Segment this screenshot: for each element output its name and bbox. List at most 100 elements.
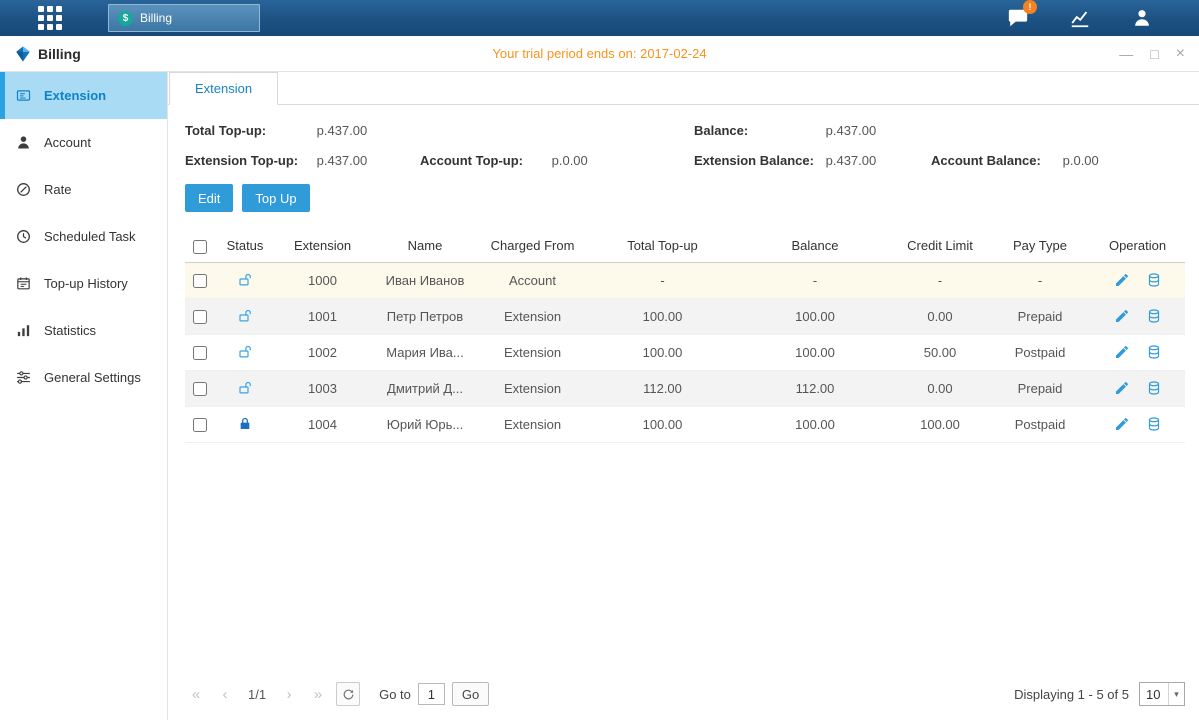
edit-button[interactable]: Edit	[185, 184, 233, 212]
top-up-coins-icon[interactable]	[1146, 272, 1162, 288]
extension-balance-label: Extension Balance:	[694, 153, 822, 168]
billing-app-window: $ Billing ! Billing Your trial period en…	[0, 0, 1199, 720]
credit-limit-cell: 50.00	[890, 334, 990, 370]
row-checkbox[interactable]	[193, 346, 207, 360]
extension-card-icon	[15, 87, 32, 104]
account-balance-field: Account Balance: p.0.00	[931, 153, 1185, 168]
prev-page-icon[interactable]: ‹	[214, 683, 236, 705]
col-charged-from: Charged From	[480, 230, 585, 262]
sidebar-item-general-settings[interactable]: General Settings	[0, 354, 167, 401]
sidebar-item-account[interactable]: Account	[0, 119, 167, 166]
table-header-row: Status Extension Name Charged From Total…	[185, 230, 1185, 262]
charged-from-cell: Extension	[480, 298, 585, 334]
top-up-coins-icon[interactable]	[1146, 380, 1162, 396]
apps-grid-icon[interactable]	[38, 6, 62, 30]
unlocked-icon[interactable]	[237, 272, 253, 287]
refresh-icon[interactable]	[336, 682, 360, 706]
charged-from-cell: Extension	[480, 370, 585, 406]
bar-chart-icon	[15, 322, 32, 339]
name-cell: Юрий Юрь...	[370, 406, 480, 442]
row-checkbox[interactable]	[193, 274, 207, 288]
sidebar-item-topup-history[interactable]: Top-up History	[0, 260, 167, 307]
tabstrip: Extension	[168, 72, 1199, 105]
checkbox-cell	[185, 370, 215, 406]
close-icon[interactable]: ×	[1176, 46, 1185, 62]
row-checkbox[interactable]	[193, 418, 207, 432]
sidebar-item-statistics[interactable]: Statistics	[0, 307, 167, 354]
charged-from-cell: Extension	[480, 334, 585, 370]
main-panel: Extension Total Top-up: p.437.00 Balance…	[168, 72, 1199, 720]
name-cell: Дмитрий Д...	[370, 370, 480, 406]
sidebar-item-label: Extension	[44, 88, 106, 103]
account-balance-value: p.0.00	[1063, 153, 1099, 168]
pagination-right: Displaying 1 - 5 of 5 10 ▾	[1014, 682, 1185, 706]
name-cell: Иван Иванов	[370, 262, 480, 298]
last-page-icon[interactable]: »	[307, 683, 329, 705]
edit-pencil-icon[interactable]	[1114, 272, 1130, 288]
row-checkbox[interactable]	[193, 310, 207, 324]
tab-extension[interactable]: Extension	[169, 72, 278, 105]
extension-balance-field: Extension Balance: p.437.00	[694, 153, 931, 168]
account-balance-label: Account Balance:	[931, 153, 1059, 168]
top-up-coins-icon[interactable]	[1146, 416, 1162, 432]
operation-cell	[1090, 334, 1185, 370]
unlocked-icon[interactable]	[237, 380, 253, 395]
user-account-icon[interactable]	[1129, 6, 1155, 30]
app-title: Billing	[38, 46, 81, 62]
credit-limit-cell: 0.00	[890, 298, 990, 334]
total-topup-cell: 100.00	[585, 298, 740, 334]
go-button[interactable]: Go	[452, 682, 489, 706]
next-page-icon[interactable]: ›	[278, 683, 300, 705]
first-page-icon[interactable]: «	[185, 683, 207, 705]
sidebar-item-rate[interactable]: Rate	[0, 166, 167, 213]
locked-icon[interactable]	[237, 416, 253, 431]
statistics-chart-icon[interactable]	[1067, 6, 1093, 30]
sidebar-item-label: Rate	[44, 182, 71, 197]
unlocked-icon[interactable]	[237, 344, 253, 359]
summary-spacer	[420, 123, 694, 138]
extension-cell: 1001	[275, 298, 370, 334]
sidebar-item-extension[interactable]: Extension	[0, 72, 167, 119]
top-up-coins-icon[interactable]	[1146, 344, 1162, 360]
titlebar: Billing Your trial period ends on: 2017-…	[0, 36, 1199, 72]
balance-cell: 100.00	[740, 334, 890, 370]
row-checkbox[interactable]	[193, 382, 207, 396]
pay-type-cell: -	[990, 262, 1090, 298]
total-topup-cell: 100.00	[585, 334, 740, 370]
extension-balance-value: p.437.00	[826, 153, 877, 168]
billing-app-icon	[14, 45, 32, 63]
calendar-icon	[15, 275, 32, 292]
operation-cell	[1090, 406, 1185, 442]
minimize-icon[interactable]: —	[1119, 47, 1133, 61]
edit-pencil-icon[interactable]	[1114, 344, 1130, 360]
col-extension: Extension	[275, 230, 370, 262]
page-size-select[interactable]: 10 ▾	[1139, 682, 1185, 706]
notifications-icon[interactable]: !	[1005, 6, 1031, 30]
goto-page-input[interactable]	[418, 683, 445, 705]
pay-type-cell: Prepaid	[990, 370, 1090, 406]
edit-pencil-icon[interactable]	[1114, 380, 1130, 396]
topbar-tab-billing[interactable]: $ Billing	[108, 4, 260, 32]
app-title-group: Billing	[14, 45, 81, 63]
balance-cell: 112.00	[740, 370, 890, 406]
header-checkbox-cell	[185, 230, 215, 262]
total-topup-cell: -	[585, 262, 740, 298]
main-content: Total Top-up: p.437.00 Balance: p.437.00…	[168, 105, 1199, 720]
maximize-icon[interactable]: □	[1150, 47, 1158, 61]
extension-cell: 1003	[275, 370, 370, 406]
top-up-button[interactable]: Top Up	[242, 184, 309, 212]
col-credit-limit: Credit Limit	[890, 230, 990, 262]
select-all-checkbox[interactable]	[193, 240, 207, 254]
summary-spacer	[931, 123, 1185, 138]
edit-pencil-icon[interactable]	[1114, 308, 1130, 324]
unlocked-icon[interactable]	[237, 308, 253, 323]
body: Extension Account Rate Scheduled Task To…	[0, 72, 1199, 720]
clock-icon	[15, 228, 32, 245]
charged-from-cell: Account	[480, 262, 585, 298]
sidebar-item-scheduled-task[interactable]: Scheduled Task	[0, 213, 167, 260]
name-cell: Мария Ива...	[370, 334, 480, 370]
edit-pencil-icon[interactable]	[1114, 416, 1130, 432]
topbar-right-icons: !	[1005, 6, 1155, 30]
top-up-coins-icon[interactable]	[1146, 308, 1162, 324]
checkbox-cell	[185, 406, 215, 442]
